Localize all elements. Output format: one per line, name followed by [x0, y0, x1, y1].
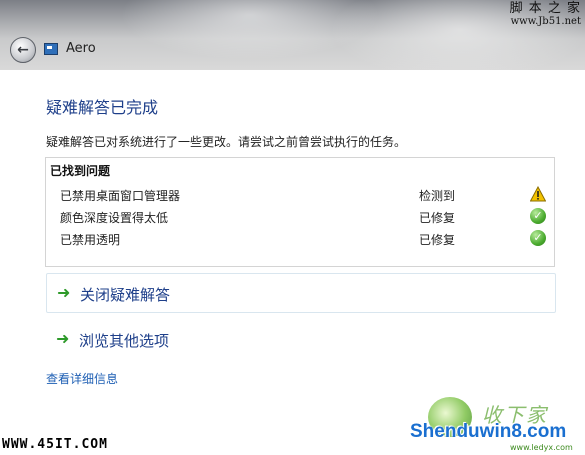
check-icon: ✓: [530, 230, 546, 246]
watermark-site: Shenduwin8.com: [410, 421, 567, 442]
view-details-link[interactable]: 查看详细信息: [46, 370, 118, 387]
explore-other-options[interactable]: ➜ 浏览其他选项: [46, 320, 556, 360]
page-title: 疑难解答已完成: [46, 98, 159, 117]
option-label: 关闭疑难解答: [80, 286, 171, 304]
close-troubleshooter-option[interactable]: ➜ 关闭疑难解答: [46, 273, 556, 313]
back-button[interactable]: ←: [10, 37, 36, 63]
watermark-text: 脚 本 之 家: [509, 1, 581, 16]
problem-name: 已禁用桌面窗口管理器: [60, 189, 181, 203]
page-description: 疑难解答已对系统进行了一些更改。请尝试之前曾尝试执行的任务。: [46, 135, 407, 149]
problem-status: 检测到: [419, 189, 456, 203]
watermark-sub: www.ledyx.com: [510, 443, 573, 452]
window-title: Aero: [66, 41, 96, 56]
check-icon: ✓: [530, 208, 546, 224]
problems-header: 已找到问题: [50, 164, 111, 178]
problem-row: 已禁用透明 已修复 ✓: [46, 229, 554, 249]
troubleshooter-app-icon: [44, 43, 58, 55]
problems-found-panel: 已找到问题 已禁用桌面窗口管理器 检测到 颜色深度设置得太低 已修复 ✓ 已禁用…: [45, 157, 555, 267]
watermark-bottom-right: 收下家 Shenduwin8.com www.ledyx.com: [410, 395, 585, 455]
watermark-bottom-left: WWW.45IT.COM: [2, 437, 108, 452]
problem-name: 已禁用透明: [60, 233, 121, 247]
problem-row: 已禁用桌面窗口管理器 检测到: [46, 185, 554, 205]
problem-status: 已修复: [419, 233, 456, 247]
problem-row: 颜色深度设置得太低 已修复 ✓: [46, 207, 554, 227]
green-arrow-icon: ➜: [56, 329, 70, 348]
option-label: 浏览其他选项: [79, 332, 170, 350]
watermark-url: www.Jb51.net: [510, 16, 581, 28]
title-bar: 脚 本 之 家 www.Jb51.net ← Aero: [0, 0, 585, 70]
watermark-top-right: 脚 本 之 家 www.Jb51.net: [509, 1, 581, 28]
green-arrow-icon: ➜: [57, 283, 71, 302]
problem-name: 颜色深度设置得太低: [60, 211, 169, 225]
back-arrow-icon: ←: [17, 42, 29, 58]
warning-icon: [529, 185, 547, 202]
problem-status: 已修复: [419, 211, 456, 225]
